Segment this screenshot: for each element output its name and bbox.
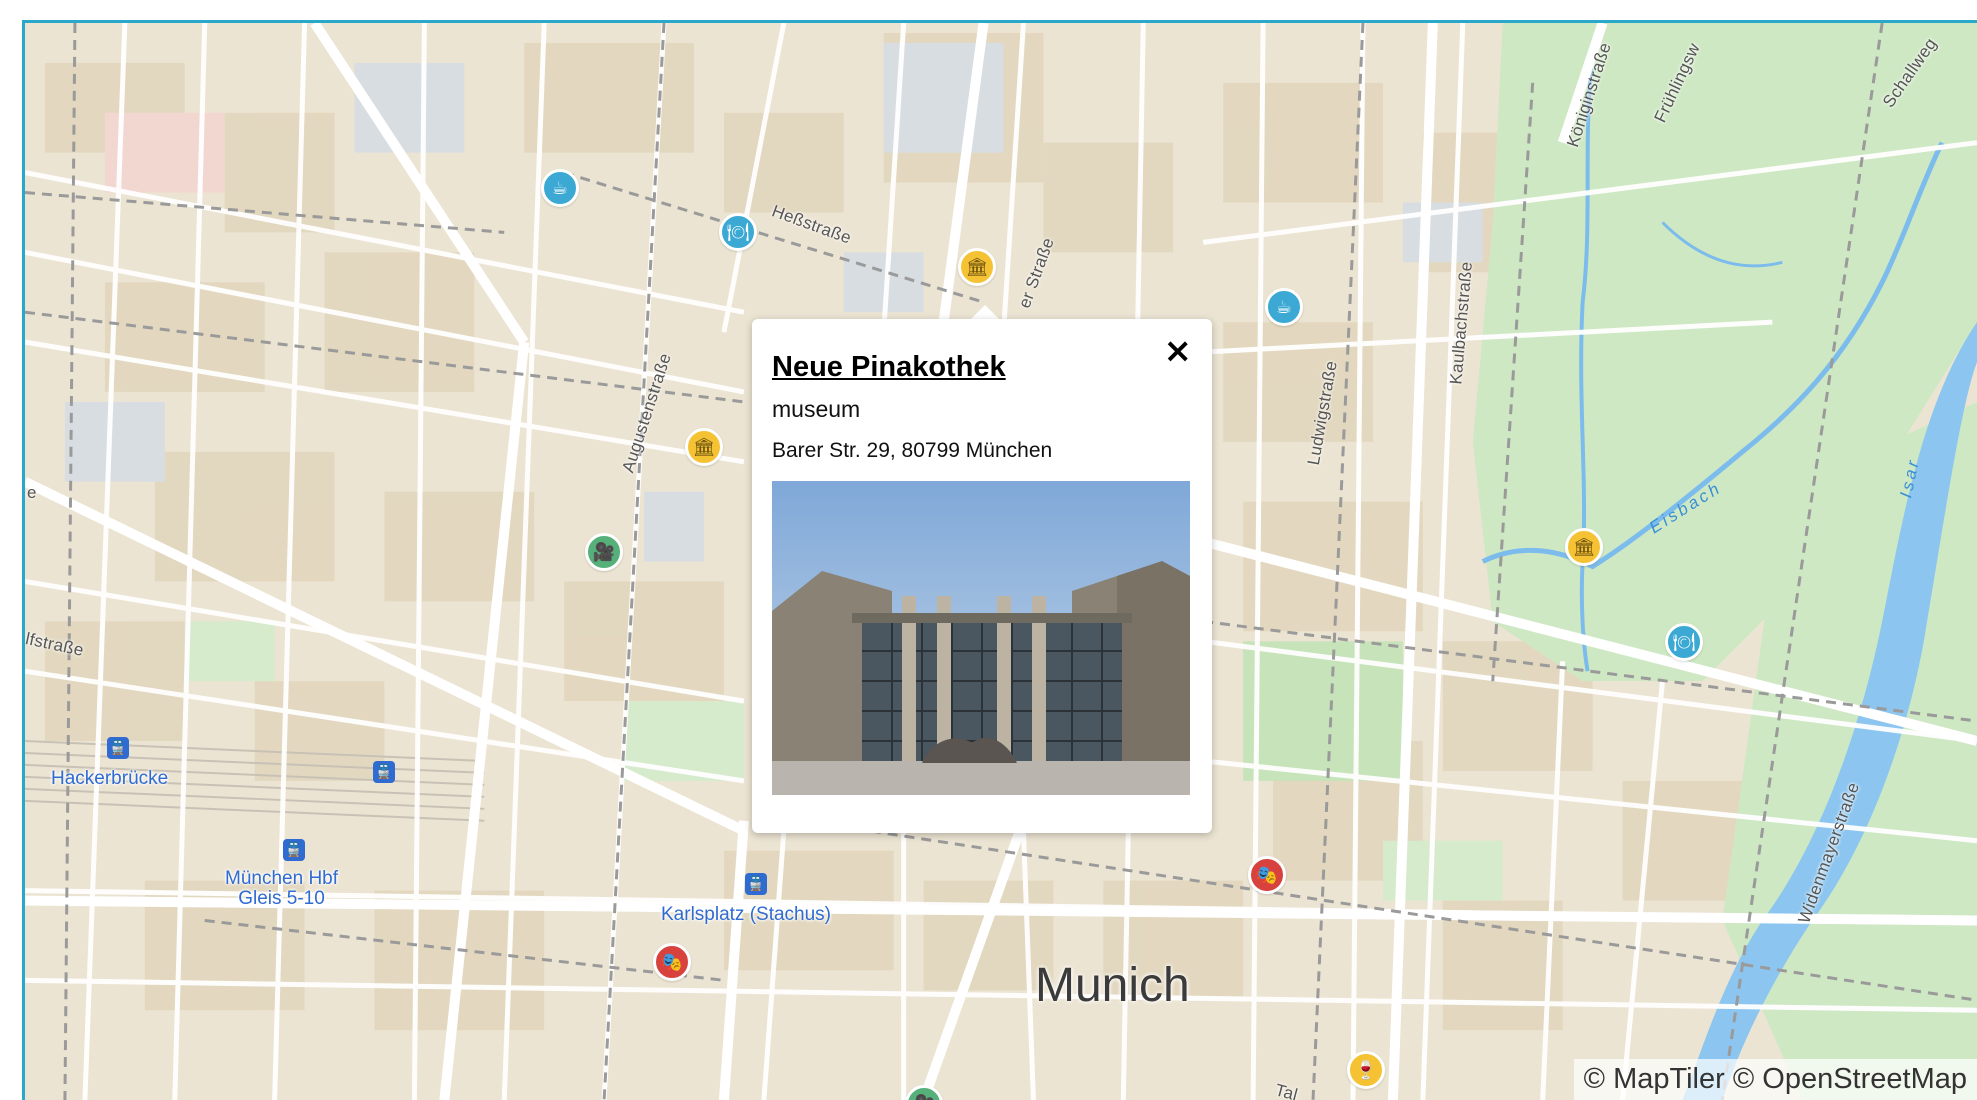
- map-frame: Heßstraße er Straße Augustenstraße Ludwi…: [22, 20, 1977, 1100]
- popup-title-link[interactable]: Neue Pinakothek: [772, 351, 1192, 384]
- station-label-hbf-line1: München Hbf: [225, 868, 339, 889]
- train-icon[interactable]: 🚆: [745, 873, 767, 895]
- museum-icon[interactable]: 🏛: [685, 428, 723, 466]
- station-label-hbf-line2: Gleis 5-10: [238, 888, 325, 909]
- popup-photo: [772, 481, 1190, 795]
- cinema-icon[interactable]: 🎥: [585, 533, 623, 571]
- restaurant-icon[interactable]: 🍽: [719, 213, 757, 251]
- poi-popup: × Neue Pinakothek museum Barer Str. 29, …: [752, 319, 1212, 833]
- theatre-masks-icon[interactable]: 🎭: [653, 943, 691, 981]
- popup-category: museum: [772, 396, 861, 422]
- city-label: Munich: [1035, 959, 1190, 1012]
- train-icon[interactable]: 🚆: [373, 761, 395, 783]
- train-icon[interactable]: 🚆: [283, 839, 305, 861]
- theatre-masks-icon[interactable]: 🎭: [1248, 856, 1286, 894]
- museum-icon[interactable]: 🏛: [958, 248, 996, 286]
- station-label-hackerbruecke[interactable]: Hackerbrücke: [51, 769, 168, 789]
- restaurant-icon[interactable]: 🍽: [1665, 623, 1703, 661]
- street-label-fragment: e: [27, 483, 37, 502]
- station-label-muenchen-hbf[interactable]: München Hbf Gleis 5-10: [225, 869, 338, 909]
- popup-tip: [970, 305, 1000, 320]
- museum-icon[interactable]: 🏛: [1565, 528, 1603, 566]
- train-icon[interactable]: 🚆: [107, 737, 129, 759]
- wine-glass-icon[interactable]: 🍷: [1347, 1051, 1385, 1089]
- cafe-icon[interactable]: ☕: [1265, 288, 1303, 326]
- popup-address: Barer Str. 29, 80799 München: [772, 439, 1053, 462]
- cafe-icon[interactable]: ☕: [541, 169, 579, 207]
- station-label-karlsplatz[interactable]: Karlsplatz (Stachus): [661, 905, 831, 925]
- map-attribution[interactable]: © MapTiler © OpenStreetMap: [1573, 1059, 1977, 1100]
- close-icon[interactable]: ×: [1164, 333, 1193, 369]
